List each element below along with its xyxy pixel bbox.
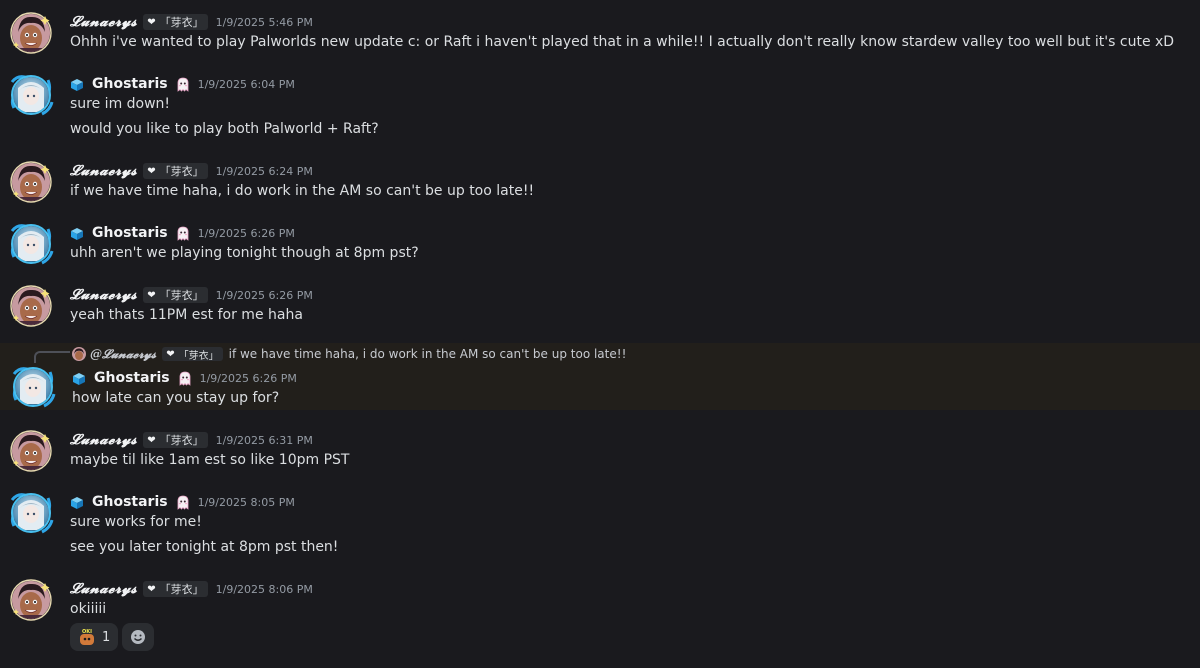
clan-tag: ❤ 「芽衣」 [143,14,208,30]
reply-mention[interactable]: @𝓛𝓾𝓷𝓪𝓮𝓻𝔂𝓼 [90,347,156,362]
ghost-icon [176,226,190,241]
message-text: Ohhh i've wanted to play Palworlds new u… [70,34,1175,50]
avatar[interactable] [10,492,54,534]
message[interactable]: Ghostaris 1/9/2025 8:05 PM sure works fo… [0,486,1200,566]
ghost-icon [176,495,190,510]
reactions: OKI 1 [70,623,155,651]
cube-icon [70,226,84,240]
heart-icon: ❤ [166,348,175,360]
reaction-oki[interactable]: OKI 1 [70,623,119,651]
heart-icon: ❤ [147,16,156,28]
avatar[interactable] [10,285,52,327]
message[interactable]: 𝓛𝓾𝓷𝓪𝓮𝓻𝔂𝓼 ❤ 「芽衣」 1/9/2025 6:31 PM maybe ti… [0,424,1200,476]
message-text: okiiiii [70,601,107,617]
timestamp: 1/9/2025 6:26 PM [197,226,295,240]
message-text: yeah thats 11PM est for me haha [70,307,303,323]
message-text: see you later tonight at 8pm pst then! [70,539,339,555]
message-text: uhh aren't we playing tonight though at … [70,245,419,261]
timestamp: 1/9/2025 6:24 PM [215,164,313,178]
timestamp: 1/9/2025 6:31 PM [215,433,313,447]
message[interactable]: 𝓛𝓾𝓷𝓪𝓮𝓻𝔂𝓼 ❤ 「芽衣」 1/9/2025 8:06 PM okiiiii … [0,573,1200,663]
message[interactable]: Ghostaris 1/9/2025 6:26 PM uhh aren't we… [0,217,1200,269]
avatar[interactable] [10,74,54,116]
message-text: would you like to play both Palworld + R… [70,121,379,137]
clan-tag-label: 「芽衣」 [159,289,204,302]
timestamp: 1/9/2025 6:04 PM [197,77,295,91]
username[interactable]: 𝓛𝓾𝓷𝓪𝓮𝓻𝔂𝓼 [70,14,137,30]
svg-text:OKI: OKI [82,629,92,635]
clan-tag: ❤ 「芽衣」 [143,432,208,448]
username[interactable]: 𝓛𝓾𝓷𝓪𝓮𝓻𝔂𝓼 [70,581,137,597]
reply-spine [34,351,70,363]
ghost-icon [178,371,192,386]
clan-tag-label: 「芽衣」 [159,434,204,447]
clan-tag-label: 「芽衣」 [159,16,204,29]
message-text: how late can you stay up for? [72,390,280,406]
clan-tag: ❤ 「芽衣」 [143,163,208,179]
clan-tag-label: 「芽衣」 [159,165,204,178]
clan-tag: ❤ 「芽衣」 [143,287,208,303]
clan-tag: ❤ 「芽衣」 [162,347,223,362]
avatar[interactable] [10,12,52,54]
timestamp: 1/9/2025 8:05 PM [197,495,295,509]
heart-icon: ❤ [147,434,156,446]
message-text: maybe til like 1am est so like 10pm PST [70,452,350,468]
oki-sticker-icon: OKI [78,628,96,646]
message-text: if we have time haha, i do work in the A… [70,183,535,199]
cube-icon [72,371,86,385]
message[interactable]: 𝓛𝓾𝓷𝓪𝓮𝓻𝔂𝓼 ❤ 「芽衣」 1/9/2025 5:46 PM Ohhh i'v… [0,6,1200,58]
message-text: sure works for me! [70,514,202,530]
username[interactable]: Ghostaris [92,494,168,510]
cube-icon [70,495,84,509]
heart-icon: ❤ [147,583,156,595]
heart-icon: ❤ [147,165,156,177]
timestamp: 1/9/2025 8:06 PM [215,582,313,596]
reaction-count: 1 [102,629,111,645]
ghost-icon [176,77,190,92]
reply-preview[interactable]: @𝓛𝓾𝓷𝓪𝓮𝓻𝔂𝓼 ❤ 「芽衣」 if we have time haha, i … [72,345,626,363]
avatar[interactable] [10,579,52,621]
avatar[interactable] [10,430,52,472]
avatar [72,347,86,361]
message-text: sure im down! [70,96,171,112]
clan-tag-label: 「芽衣」 [159,583,204,596]
smiley-plus-icon [131,630,146,644]
username[interactable]: 𝓛𝓾𝓷𝓪𝓮𝓻𝔂𝓼 [70,432,137,448]
reply-text: if we have time haha, i do work in the A… [228,347,627,361]
chat-log: 𝓛𝓾𝓷𝓪𝓮𝓻𝔂𝓼 ❤ 「芽衣」 1/9/2025 5:46 PM Ohhh i'v… [0,0,1200,668]
avatar[interactable] [12,366,56,408]
message[interactable]: 𝓛𝓾𝓷𝓪𝓮𝓻𝔂𝓼 ❤ 「芽衣」 1/9/2025 6:26 PM yeah tha… [0,279,1200,331]
username[interactable]: Ghostaris [92,76,168,92]
message[interactable]: 𝓛𝓾𝓷𝓪𝓮𝓻𝔂𝓼 ❤ 「芽衣」 1/9/2025 6:24 PM if we ha… [0,155,1200,207]
avatar[interactable] [10,223,54,265]
message-mentioned[interactable]: @𝓛𝓾𝓷𝓪𝓮𝓻𝔂𝓼 ❤ 「芽衣」 if we have time haha, i … [0,343,1200,410]
cube-icon [70,77,84,91]
username[interactable]: 𝓛𝓾𝓷𝓪𝓮𝓻𝔂𝓼 [70,287,137,303]
username[interactable]: Ghostaris [92,225,168,241]
timestamp: 1/9/2025 6:26 PM [199,371,297,385]
message[interactable]: Ghostaris 1/9/2025 6:04 PM sure im down!… [0,68,1200,148]
avatar[interactable] [10,161,52,203]
clan-tag-label: 「芽衣」 [178,350,219,362]
username[interactable]: 𝓛𝓾𝓷𝓪𝓮𝓻𝔂𝓼 [70,163,137,179]
add-reaction-button[interactable] [122,623,155,651]
clan-tag: ❤ 「芽衣」 [143,581,208,597]
username[interactable]: Ghostaris [94,370,170,386]
timestamp: 1/9/2025 5:46 PM [215,15,313,29]
timestamp: 1/9/2025 6:26 PM [215,288,313,302]
heart-icon: ❤ [147,289,156,301]
